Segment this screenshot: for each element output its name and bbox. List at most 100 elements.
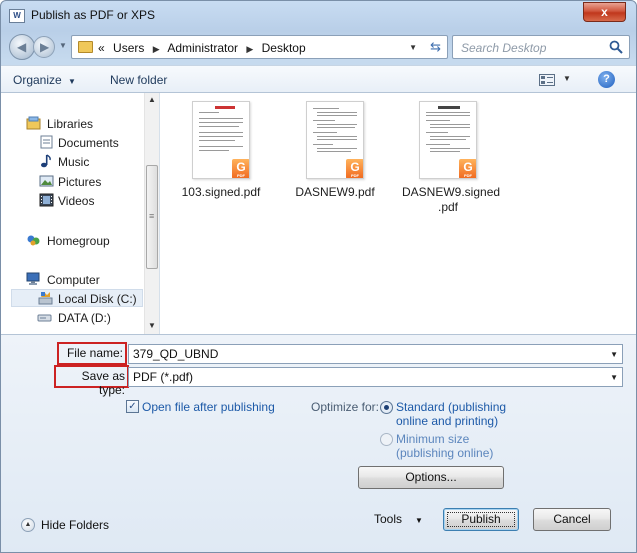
recent-pages-dropdown-icon[interactable]: ▼: [59, 41, 67, 50]
pdf-thumbnail: G PDF: [192, 101, 250, 179]
publish-label: Publish: [461, 512, 501, 526]
file-name: DASNEW9.signed .pdf: [402, 185, 501, 214]
file-name-value: 379_QD_UBND: [133, 347, 219, 361]
chevron-down-icon[interactable]: ▼: [610, 350, 618, 359]
window-title: Publish as PDF or XPS: [31, 8, 156, 22]
breadcrumb-separator-icon[interactable]: ▶: [153, 44, 160, 54]
change-view-button[interactable]: ▼: [539, 73, 573, 87]
libraries-icon: [26, 116, 41, 130]
chevron-down-icon: ▼: [68, 77, 76, 86]
forward-button[interactable]: ▶: [33, 36, 55, 58]
file-item[interactable]: G PDF DASNEW9.signed .pdf: [398, 101, 501, 215]
scroll-down-icon[interactable]: ▼: [148, 321, 156, 330]
save-options-panel: File name: 379_QD_UBND ▼ Save as type: P…: [1, 334, 636, 552]
pdf-thumbnail: G PDF: [419, 101, 477, 179]
content-area: Libraries Documents Music Pictures Video…: [1, 93, 636, 334]
homegroup-icon: [27, 235, 40, 246]
pdf-file-icon: G PDF: [232, 159, 249, 178]
pictures-icon: [39, 175, 54, 187]
help-icon[interactable]: ?: [598, 71, 615, 88]
nav-item-music[interactable]: Music: [1, 153, 143, 171]
folder-icon: [78, 41, 93, 53]
nav-item-data-d[interactable]: DATA (D:): [1, 309, 143, 327]
breadcrumb-desktop[interactable]: Desktop: [262, 41, 306, 55]
nav-item-computer[interactable]: Computer: [1, 271, 143, 289]
nav-item-libraries[interactable]: Libraries: [1, 115, 143, 133]
nav-item-label: DATA (D:): [58, 311, 111, 325]
refresh-icon[interactable]: ⇆: [430, 39, 441, 55]
nav-item-videos[interactable]: Videos: [1, 192, 143, 210]
cancel-button[interactable]: Cancel: [533, 508, 611, 531]
new-folder-button[interactable]: New folder: [110, 73, 167, 87]
address-bar[interactable]: « Users ▶ Administrator ▶ Desktop ▼ ⇆: [71, 35, 448, 59]
views-dropdown-icon: ▼: [563, 74, 571, 83]
file-name: 103.signed.pdf: [181, 185, 261, 199]
organize-label: Organize: [13, 73, 62, 87]
chevron-down-icon[interactable]: ▼: [415, 516, 423, 525]
forward-arrow-icon: ▶: [40, 40, 50, 54]
chevron-down-icon[interactable]: ▼: [610, 373, 618, 382]
nav-item-label: Music: [58, 155, 90, 169]
open-after-checkbox[interactable]: ✓: [126, 400, 139, 413]
publish-button[interactable]: Publish: [443, 508, 519, 531]
file-item[interactable]: G PDF 103.signed.pdf: [171, 101, 271, 200]
save-type-select[interactable]: PDF (*.pdf) ▼: [128, 367, 623, 387]
address-dropdown-icon[interactable]: ▼: [409, 43, 417, 52]
scroll-up-icon[interactable]: ▲: [148, 95, 156, 104]
save-type-label: Save as type:: [81, 369, 125, 397]
nav-item-label: Documents: [58, 136, 119, 150]
music-icon: [41, 154, 51, 168]
optimize-minimum-label[interactable]: Minimum size (publishing online): [396, 432, 496, 460]
file-list: G PDF 103.signed.pdf G PDF DASNEW9.pdf G…: [161, 93, 636, 334]
pdf-file-icon: G PDF: [459, 159, 476, 178]
views-icon: [539, 74, 555, 86]
breadcrumb-overflow[interactable]: «: [98, 41, 105, 55]
nav-item-homegroup[interactable]: Homegroup: [1, 232, 143, 250]
local-disk-icon: [38, 292, 53, 305]
breadcrumb-separator-icon[interactable]: ▶: [246, 44, 253, 54]
nav-item-label: Pictures: [58, 175, 102, 189]
tools-button[interactable]: Tools: [374, 512, 402, 526]
file-item[interactable]: G PDF DASNEW9.pdf: [285, 101, 385, 200]
breadcrumb: « Users ▶ Administrator ▶ Desktop: [98, 41, 311, 55]
command-bar: Organize ▼ New folder ▼ ?: [1, 65, 636, 93]
documents-icon: [40, 135, 53, 149]
search-placeholder: Search Desktop: [461, 41, 547, 55]
nav-item-label: Homegroup: [47, 234, 110, 248]
optimize-standard-radio[interactable]: [380, 401, 393, 414]
scroll-grip-icon: ≡: [149, 211, 155, 221]
organize-button[interactable]: Organize ▼: [13, 73, 76, 87]
computer-icon: [26, 272, 40, 285]
search-icon[interactable]: [608, 39, 624, 55]
options-button[interactable]: Options...: [358, 466, 504, 489]
nav-item-label: Local Disk (C:): [58, 292, 137, 306]
navigation-bar: ◀ ▶ ▼ « Users ▶ Administrator ▶ Desktop …: [9, 33, 630, 61]
nav-item-documents[interactable]: Documents: [1, 134, 143, 152]
publish-dialog: W Publish as PDF or XPS x ◀ ▶ ▼ « Users …: [0, 0, 637, 553]
open-after-label[interactable]: Open file after publishing: [142, 400, 275, 414]
save-type-value: PDF (*.pdf): [133, 370, 194, 384]
back-arrow-icon: ◀: [17, 40, 27, 54]
collapse-icon: ▲: [21, 518, 35, 532]
nav-item-label: Libraries: [47, 117, 94, 131]
close-button[interactable]: x: [583, 2, 626, 22]
back-button[interactable]: ◀: [9, 34, 35, 60]
file-name-field[interactable]: 379_QD_UBND ▼: [128, 344, 623, 364]
file-name: DASNEW9.pdf: [295, 185, 375, 199]
optimize-standard-label[interactable]: Standard (publishing online and printing…: [396, 400, 508, 428]
navpane-scrollbar[interactable]: ▲ ≡ ▼: [144, 93, 159, 334]
breadcrumb-users[interactable]: Users: [113, 41, 144, 55]
optimize-label: Optimize for:: [311, 400, 380, 414]
nav-item-label: Videos: [58, 194, 95, 208]
breadcrumb-administrator[interactable]: Administrator: [167, 41, 238, 55]
optimize-minimum-radio[interactable]: [380, 433, 393, 446]
search-input[interactable]: Search Desktop: [452, 35, 630, 59]
file-name-label: File name:: [66, 346, 123, 360]
nav-item-label: Computer: [47, 273, 100, 287]
nav-item-pictures[interactable]: Pictures: [1, 173, 143, 191]
videos-icon: [39, 193, 54, 207]
title-bar: W Publish as PDF or XPS x: [1, 1, 636, 31]
nav-item-local-disk-c[interactable]: Local Disk (C:): [11, 289, 143, 307]
navigation-pane: Libraries Documents Music Pictures Video…: [1, 93, 160, 334]
hide-folders-label: Hide Folders: [41, 518, 110, 532]
